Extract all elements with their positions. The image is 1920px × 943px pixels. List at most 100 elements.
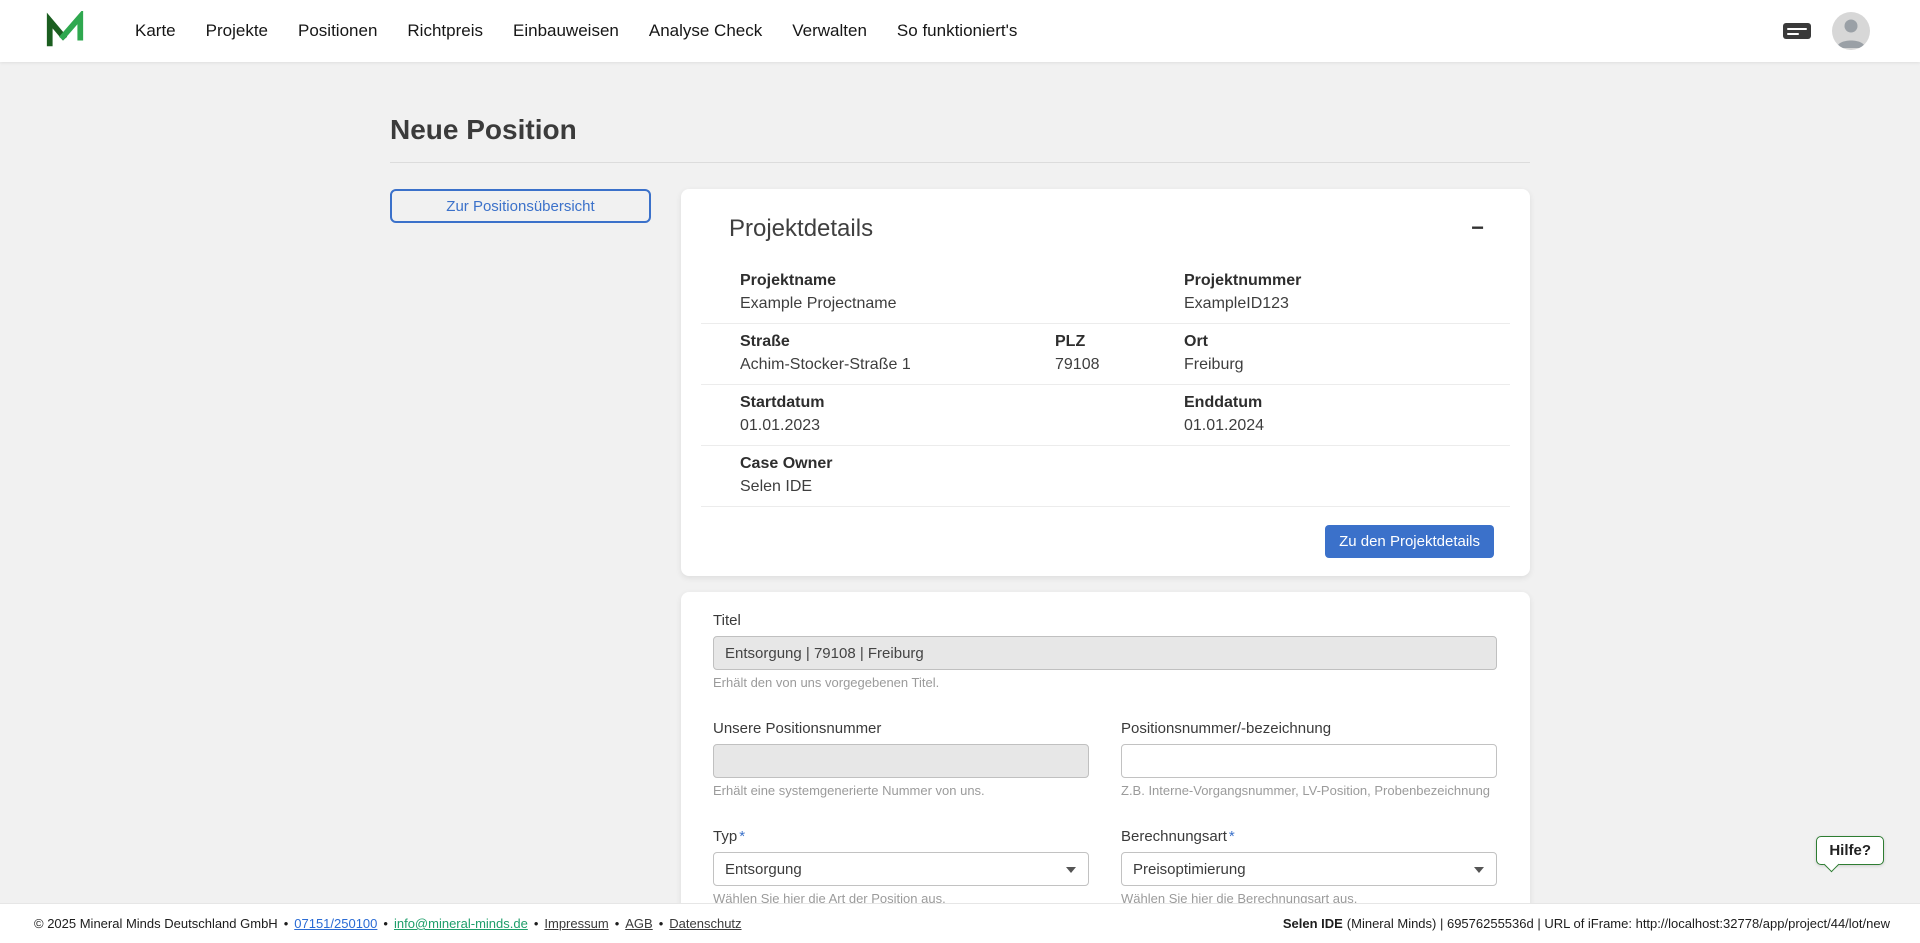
field-label: PLZ [1055, 333, 1086, 350]
field-label: Projektname [740, 272, 837, 289]
user-icon [1832, 12, 1870, 50]
table-row: Projektname Example Projectname Projektn… [701, 263, 1510, 324]
field-strasse: Straße Achim-Stocker-Straße 1 [740, 332, 1055, 375]
field-label: Startdatum [740, 394, 825, 411]
footer-separator: • [658, 916, 664, 931]
our-number-field-group: Unsere Positionsnummer Erhält eine syste… [713, 720, 1089, 798]
page-title: Neue Position [390, 114, 577, 145]
required-mark: * [739, 828, 746, 845]
footer-separator: • [533, 916, 539, 931]
field-case-owner: Case Owner Selen IDE [740, 454, 1510, 497]
footer-separator: • [383, 916, 388, 931]
nav-item-positionen[interactable]: Positionen [283, 11, 392, 51]
field-label: Straße [740, 333, 790, 350]
titel-input[interactable] [713, 636, 1497, 670]
footer: © 2025 Mineral Minds Deutschland GmbH • … [0, 903, 1920, 943]
field-plz: PLZ 79108 [1055, 332, 1184, 375]
mineral-minds-logo[interactable] [44, 11, 86, 51]
nav-item-karte[interactable]: Karte [120, 11, 191, 51]
server-icon[interactable] [1782, 21, 1812, 41]
nav-right-icons [1782, 12, 1870, 50]
collapse-card-button[interactable]: − [1465, 215, 1490, 241]
our-number-helper: Erhält eine systemgenerierte Nummer von … [713, 783, 985, 798]
field-label: Ort [1184, 333, 1208, 350]
field-value: Example Projectname [740, 295, 897, 312]
main-nav: Karte Projekte Positionen Richtpreis Ein… [120, 11, 1032, 51]
footer-separator: • [283, 916, 289, 931]
field-label: Case Owner [740, 455, 833, 472]
field-value: Freiburg [1184, 356, 1244, 373]
datenschutz-link[interactable]: Datenschutz [669, 916, 741, 931]
project-details-title: Projektdetails [729, 215, 874, 242]
titel-label: Titel [713, 612, 741, 629]
berechnungsart-label: Berechnungsart * [1121, 828, 1497, 845]
field-value: 01.01.2023 [740, 417, 821, 434]
session-info: (Mineral Minds) | 69576255536d | URL of … [1346, 916, 1890, 931]
chevron-down-icon [1474, 867, 1484, 873]
field-startdatum: Startdatum 01.01.2023 [740, 393, 1184, 436]
berechnungsart-select[interactable]: Preisoptimierung [1121, 852, 1497, 886]
session-user: Selen IDE [1282, 916, 1343, 931]
help-button[interactable]: Hilfe? [1816, 836, 1884, 865]
field-projektname: Projektname Example Projectname [740, 271, 1184, 314]
app-root: Karte Projekte Positionen Richtpreis Ein… [0, 0, 1920, 943]
top-navigation: Karte Projekte Positionen Richtpreis Ein… [0, 0, 1920, 62]
position-number-field-group: Positionsnummer/-bezeichnung Z.B. Intern… [1121, 720, 1497, 798]
main-content: Neue Position Zur Positionsübersicht Pro… [0, 62, 1920, 943]
table-row: Straße Achim-Stocker-Straße 1 PLZ 79108 … [701, 324, 1510, 385]
position-number-label: Positionsnummer/-bezeichnung [1121, 720, 1332, 737]
field-value: Achim-Stocker-Straße 1 [740, 356, 911, 373]
titel-helper: Erhält den von uns vorgegebenen Titel. [713, 675, 940, 690]
typ-select-value: Entsorgung [725, 860, 802, 878]
user-avatar[interactable] [1832, 12, 1870, 50]
left-column: Zur Positionsübersicht [390, 189, 651, 223]
chevron-down-icon [1066, 867, 1076, 873]
agb-link[interactable]: AGB [625, 916, 652, 931]
project-details-table: Projektname Example Projectname Projektn… [701, 263, 1510, 507]
nav-item-so-funktionierts[interactable]: So funktioniert's [882, 11, 1032, 51]
project-details-card: Projektdetails − Projektname Example Pro… [681, 189, 1530, 576]
field-ort: Ort Freiburg [1184, 332, 1510, 375]
required-mark: * [1228, 828, 1235, 845]
logo-icon [44, 11, 86, 51]
typ-select[interactable]: Entsorgung [713, 852, 1089, 886]
titel-field-group: Titel Erhält den von uns vorgegebenen Ti… [713, 612, 1497, 690]
footer-left: © 2025 Mineral Minds Deutschland GmbH • … [34, 916, 742, 931]
field-value: 79108 [1055, 356, 1100, 373]
impressum-link[interactable]: Impressum [544, 916, 608, 931]
berechnungsart-select-value: Preisoptimierung [1133, 860, 1246, 878]
typ-label: Typ * [713, 828, 1089, 845]
typ-field-group: Typ * Entsorgung Wählen Sie hier die Art … [713, 828, 1089, 906]
copyright-text: © 2025 Mineral Minds Deutschland GmbH [34, 916, 278, 931]
field-label: Enddatum [1184, 394, 1263, 411]
title-divider [390, 162, 1530, 163]
field-value: Selen IDE [740, 478, 813, 495]
footer-separator: • [614, 916, 620, 931]
nav-item-verwalten[interactable]: Verwalten [777, 11, 882, 51]
berechnungsart-field-group: Berechnungsart * Preisoptimierung Wählen … [1121, 828, 1497, 906]
new-position-form-card: Titel Erhält den von uns vorgegebenen Ti… [681, 592, 1530, 943]
nav-item-richtpreis[interactable]: Richtpreis [392, 11, 498, 51]
field-value: ExampleID123 [1184, 295, 1289, 312]
footer-right: Selen IDE (Mineral Minds) | 69576255536d… [1283, 916, 1890, 931]
our-number-label: Unsere Positionsnummer [713, 720, 882, 737]
field-value: 01.01.2024 [1184, 417, 1265, 434]
right-column: Projektdetails − Projektname Example Pro… [681, 189, 1530, 943]
berechnungsart-label-text: Berechnungsart [1121, 828, 1227, 845]
position-number-helper: Z.B. Interne-Vorgangsnummer, LV-Position… [1121, 783, 1491, 798]
position-number-input[interactable] [1121, 744, 1497, 778]
phone-link[interactable]: 07151/250100 [294, 916, 377, 931]
go-to-project-details-button[interactable]: Zu den Projektdetails [1325, 525, 1494, 558]
nav-item-einbauweisen[interactable]: Einbauweisen [498, 11, 634, 51]
our-number-input[interactable] [713, 744, 1089, 778]
back-to-positions-button[interactable]: Zur Positionsübersicht [390, 189, 651, 223]
nav-item-analyse-check[interactable]: Analyse Check [634, 11, 777, 51]
typ-label-text: Typ [713, 828, 738, 845]
nav-item-projekte[interactable]: Projekte [191, 11, 283, 51]
email-link[interactable]: info@mineral-minds.de [394, 916, 528, 931]
table-row: Case Owner Selen IDE [701, 446, 1510, 507]
field-label: Projektnummer [1184, 272, 1302, 289]
table-row: Startdatum 01.01.2023 Enddatum 01.01.202… [701, 385, 1510, 446]
field-projektnummer: Projektnummer ExampleID123 [1184, 271, 1510, 314]
field-enddatum: Enddatum 01.01.2024 [1184, 393, 1510, 436]
